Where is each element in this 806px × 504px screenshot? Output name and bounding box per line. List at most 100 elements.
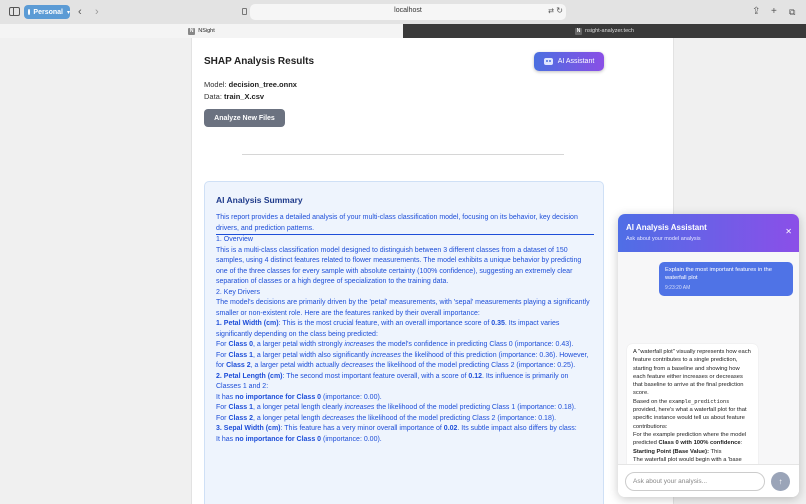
assistant-text-part: : bbox=[740, 440, 743, 447]
model-label: Model: bbox=[204, 80, 227, 89]
impact-verb: decreases bbox=[341, 362, 374, 369]
impact-text: For bbox=[216, 404, 229, 411]
assistant-title: AI Analysis Assistant bbox=[626, 223, 707, 232]
class-impact: For Class 0, a larger petal width strong… bbox=[216, 340, 594, 351]
impact-verb: decreases bbox=[322, 414, 355, 422]
feature-text: : This is the most crucial feature, with… bbox=[278, 320, 492, 327]
favicon-icon: N bbox=[575, 27, 583, 35]
tab-overview-icon[interactable]: ⧉ bbox=[789, 5, 795, 19]
close-icon[interactable]: ✕ bbox=[785, 227, 792, 236]
class-impact: For Class 1, a longer petal length clear… bbox=[216, 403, 594, 414]
tab-nsight[interactable]: N NSight bbox=[0, 24, 403, 38]
class-name: Class 2 bbox=[228, 414, 253, 422]
summary-body: This report provides a detailed analysis… bbox=[216, 213, 594, 445]
ai-assistant-button[interactable]: AI Assistant bbox=[534, 52, 604, 71]
results-card: SHAP Analysis Results AI Assistant Model… bbox=[191, 38, 674, 504]
impact-verb: increases bbox=[370, 351, 401, 359]
tab-label: nsight-analyzer.tech bbox=[585, 28, 634, 34]
class-name: Class 0 bbox=[228, 341, 253, 348]
class-impact: For Class 1, a larger petal width also s… bbox=[216, 351, 594, 372]
tab-bar: N NSight N nsight-analyzer.tech bbox=[0, 24, 806, 38]
section-heading: 1. Overview bbox=[216, 236, 253, 243]
impact-text: For bbox=[216, 351, 229, 359]
divider bbox=[242, 154, 564, 155]
impact-text: , a longer petal length bbox=[252, 414, 323, 422]
share-icon[interactable]: ⇪ bbox=[752, 5, 760, 19]
feature-item: 3. Sepal Width (cm): This feature has a … bbox=[216, 424, 594, 435]
ai-assistant-label: AI Assistant bbox=[557, 58, 595, 65]
impact-text: , a larger petal width strongly bbox=[252, 341, 345, 348]
ai-analysis-summary: AI Analysis Summary This report provides… bbox=[204, 181, 604, 504]
favicon-icon: N bbox=[188, 27, 196, 35]
impact-verb: increases bbox=[344, 341, 375, 348]
user-message: Explain the most important features in t… bbox=[659, 262, 793, 296]
page-title: SHAP Analysis Results bbox=[204, 56, 315, 67]
class-name: Class 1 bbox=[228, 351, 253, 359]
class-impact: It has no importance for Class 0 (import… bbox=[216, 435, 594, 446]
back-arrow-icon[interactable]: ‹ bbox=[78, 5, 82, 19]
send-arrow-icon: ↑ bbox=[778, 477, 783, 486]
reload-icon[interactable]: ↻ bbox=[556, 6, 563, 15]
class-name: Class 1 bbox=[228, 404, 253, 411]
tab-nsight-analyzer[interactable]: N nsight-analyzer.tech bbox=[403, 24, 806, 38]
feature-item: 2. Petal Length (cm): The second most im… bbox=[216, 372, 594, 393]
feature-text: : The second most important feature over… bbox=[282, 372, 469, 380]
feature-item: 1. Petal Width (cm): This is the most cr… bbox=[216, 319, 594, 340]
impact-text: (importance: 0.00). bbox=[321, 393, 382, 401]
section-text: The model's decisions are primarily driv… bbox=[216, 299, 590, 317]
impact-text: the likelihood of the model predicting C… bbox=[354, 414, 557, 422]
impact-text: , a longer petal length clearly bbox=[252, 404, 345, 411]
assistant-text-part: Based on the bbox=[633, 398, 669, 405]
sidebar-toggle-icon[interactable] bbox=[9, 7, 20, 16]
assistant-text: Starting Point (Base Value): This bbox=[633, 448, 752, 456]
feature-score: 0.35 bbox=[491, 320, 505, 327]
robot-icon bbox=[543, 58, 553, 65]
assistant-text: The waterfall plot would begin with a 'b… bbox=[633, 456, 742, 463]
impact-text: the model's confidence in predicting Cla… bbox=[374, 341, 574, 348]
chevron-down-icon: ▾ bbox=[66, 9, 70, 16]
chat-input[interactable] bbox=[625, 472, 765, 491]
impact-verb: increases bbox=[344, 404, 375, 411]
feature-score: 0.02 bbox=[443, 425, 458, 432]
forward-arrow-icon[interactable]: › bbox=[95, 5, 99, 19]
url-text: localhost bbox=[394, 7, 422, 14]
section-text: This is a multi-class classification mod… bbox=[216, 246, 582, 286]
impact-bold: no importance for Class 0 bbox=[235, 393, 322, 401]
data-value: train_X.csv bbox=[224, 92, 265, 101]
impact-text: For bbox=[216, 414, 229, 422]
impact-text: For bbox=[216, 341, 229, 348]
summary-intro: This report provides a detailed analysis… bbox=[216, 213, 594, 235]
browser-toolbar: Personal ▾ ‹ › localhost ⇄ ↻ ⇪ + ⧉ bbox=[0, 0, 806, 24]
feature-name: 1. Petal Width (cm) bbox=[216, 320, 279, 327]
code-span: example_predictions bbox=[668, 398, 730, 405]
chat-input-row: ↑ bbox=[618, 464, 799, 497]
profile-button[interactable]: Personal ▾ bbox=[24, 5, 70, 19]
address-bar[interactable]: localhost ⇄ ↻ bbox=[242, 4, 566, 20]
assistant-text-part: provided, here's what a waterfall plot f… bbox=[633, 407, 747, 430]
feature-text: . Its subtle impact also differs by clas… bbox=[457, 425, 577, 432]
assistant-bold: Starting Point (Base Value): bbox=[633, 448, 710, 455]
assistant-text: A "waterfall plot" visually represents h… bbox=[633, 349, 751, 397]
impact-text: (importance: 0.00). bbox=[321, 435, 382, 443]
impact-text: It has bbox=[216, 393, 236, 401]
user-message-text: Explain the most important features in t… bbox=[665, 267, 772, 281]
impact-text: It has bbox=[216, 435, 236, 443]
feature-name: 3. Sepal Width (cm) bbox=[216, 425, 281, 432]
model-value: decision_tree.onnx bbox=[228, 80, 297, 89]
page-settings-icon[interactable] bbox=[242, 8, 247, 15]
analyze-new-files-button[interactable]: Analyze New Files bbox=[204, 109, 285, 127]
chat-messages[interactable]: Explain the most important features in t… bbox=[618, 252, 799, 464]
feature-score: 0.12 bbox=[468, 372, 482, 380]
feature-text: : This feature has a very minor overall … bbox=[280, 425, 444, 432]
impact-text: , a larger petal width actually bbox=[250, 362, 342, 369]
assistant-bold: Class 0 with 100% confidence bbox=[658, 440, 741, 447]
send-button[interactable]: ↑ bbox=[771, 472, 790, 491]
assistant-text: Based on the example_predictions provide… bbox=[633, 398, 752, 431]
impact-text: the likelihood of the model predicting C… bbox=[373, 362, 576, 369]
ai-assistant-panel: AI Analysis Assistant Ask about your mod… bbox=[618, 214, 799, 497]
person-icon bbox=[28, 9, 31, 15]
new-tab-icon[interactable]: + bbox=[771, 5, 777, 19]
section-heading: 2. Key Drivers bbox=[216, 288, 260, 296]
assistant-text: For the example prediction where the mod… bbox=[633, 431, 752, 448]
translate-icon[interactable]: ⇄ bbox=[548, 7, 554, 15]
